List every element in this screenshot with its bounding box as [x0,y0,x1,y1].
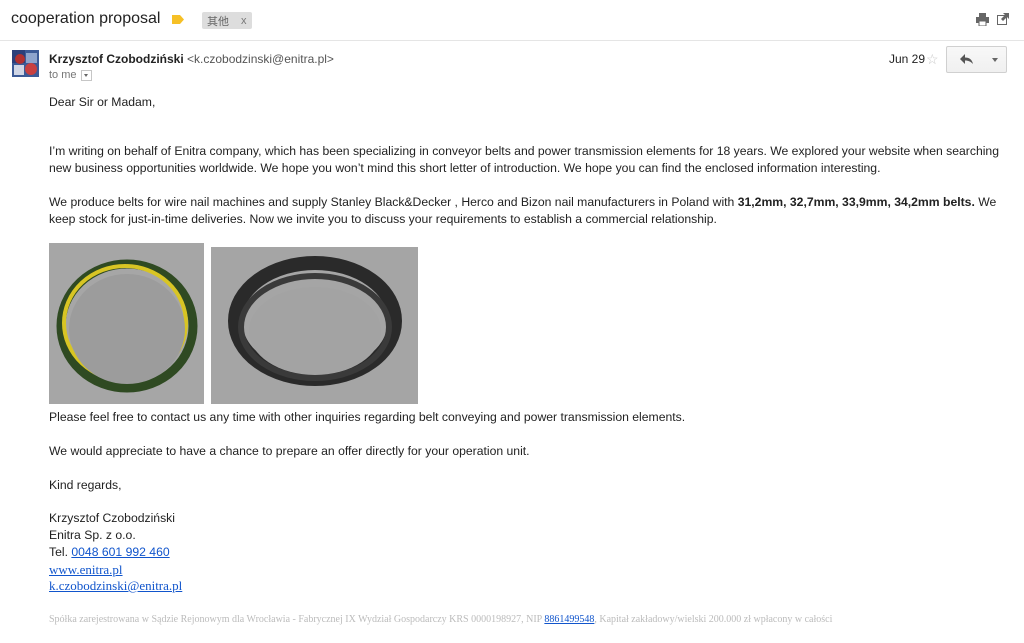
recipient-text: to me [49,69,77,81]
greeting: Dear Sir or Madam, [49,95,156,109]
email-link[interactable]: k.czobodzinski@enitra.pl [49,578,182,593]
reply-button[interactable] [946,46,987,73]
star-icon[interactable]: ☆ [926,51,939,68]
print-icon[interactable] [976,13,989,26]
subject-bar: cooperation proposal 其他 x [0,0,1024,41]
label-remove-button[interactable]: x [241,15,247,27]
signature-email-line: k.czobodzinski@enitra.pl [49,578,182,594]
paragraph-offer: We would appreciate to have a chance to … [49,444,530,458]
message-date: Jun 29 [889,52,926,66]
sender-email: <k.czobodzinski@enitra.pl> [187,52,334,66]
signature-phone-line: Tel. 0048 601 992 460 [49,545,170,559]
closing: Kind regards, [49,478,122,492]
more-options-icon[interactable] [985,46,1007,73]
paragraph-contact: Please feel free to contact us any time … [49,410,686,424]
sender-name[interactable]: Krzysztof Czobodziński [49,52,184,66]
signature-website-line: www.enitra.pl [49,562,123,578]
new-window-icon[interactable] [997,13,1009,25]
belt-image-yellow[interactable] [49,243,204,404]
belt-sizes: 31,2mm, 32,7mm, 33,9mm, 34,2mm belts. [737,195,975,209]
label-tag-icon[interactable] [172,15,184,24]
paragraph-products: We produce belts for wire nail machines … [49,194,1004,227]
footer-text-start: Spółka zarejestrowana w Sądzie Rejonowym… [49,614,545,625]
reply-icon [960,54,973,64]
avatar [12,50,39,77]
website-link[interactable]: www.enitra.pl [49,562,123,577]
signature-company: Enitra Sp. z o.o. [49,528,136,542]
sender-line: Krzysztof Czobodziński <k.czobodzinski@e… [49,52,334,66]
phone-label: Tel. [49,545,72,559]
paragraph-intro: I’m writing on behalf of Enitra company,… [49,144,999,175]
legal-footer: Spółka zarejestrowana w Sądzie Rejonowym… [49,614,832,625]
label-chip[interactable]: 其他 x [202,12,252,29]
nip-link[interactable]: 8861499548 [544,614,594,625]
phone-link[interactable]: 0048 601 992 460 [71,545,169,559]
belt-image-black[interactable] [211,247,418,404]
products-text-start: We produce belts for wire nail machines … [49,195,738,209]
email-subject: cooperation proposal [11,10,161,27]
recipient-line: to me [49,69,92,81]
dropdown-icon[interactable] [80,69,92,81]
label-chip-text: 其他 [207,15,229,28]
footer-text-end: , Kapitał zakładowy/wielski 200.000 zł w… [594,614,833,625]
signature-name: Krzysztof Czobodziński [49,511,175,525]
